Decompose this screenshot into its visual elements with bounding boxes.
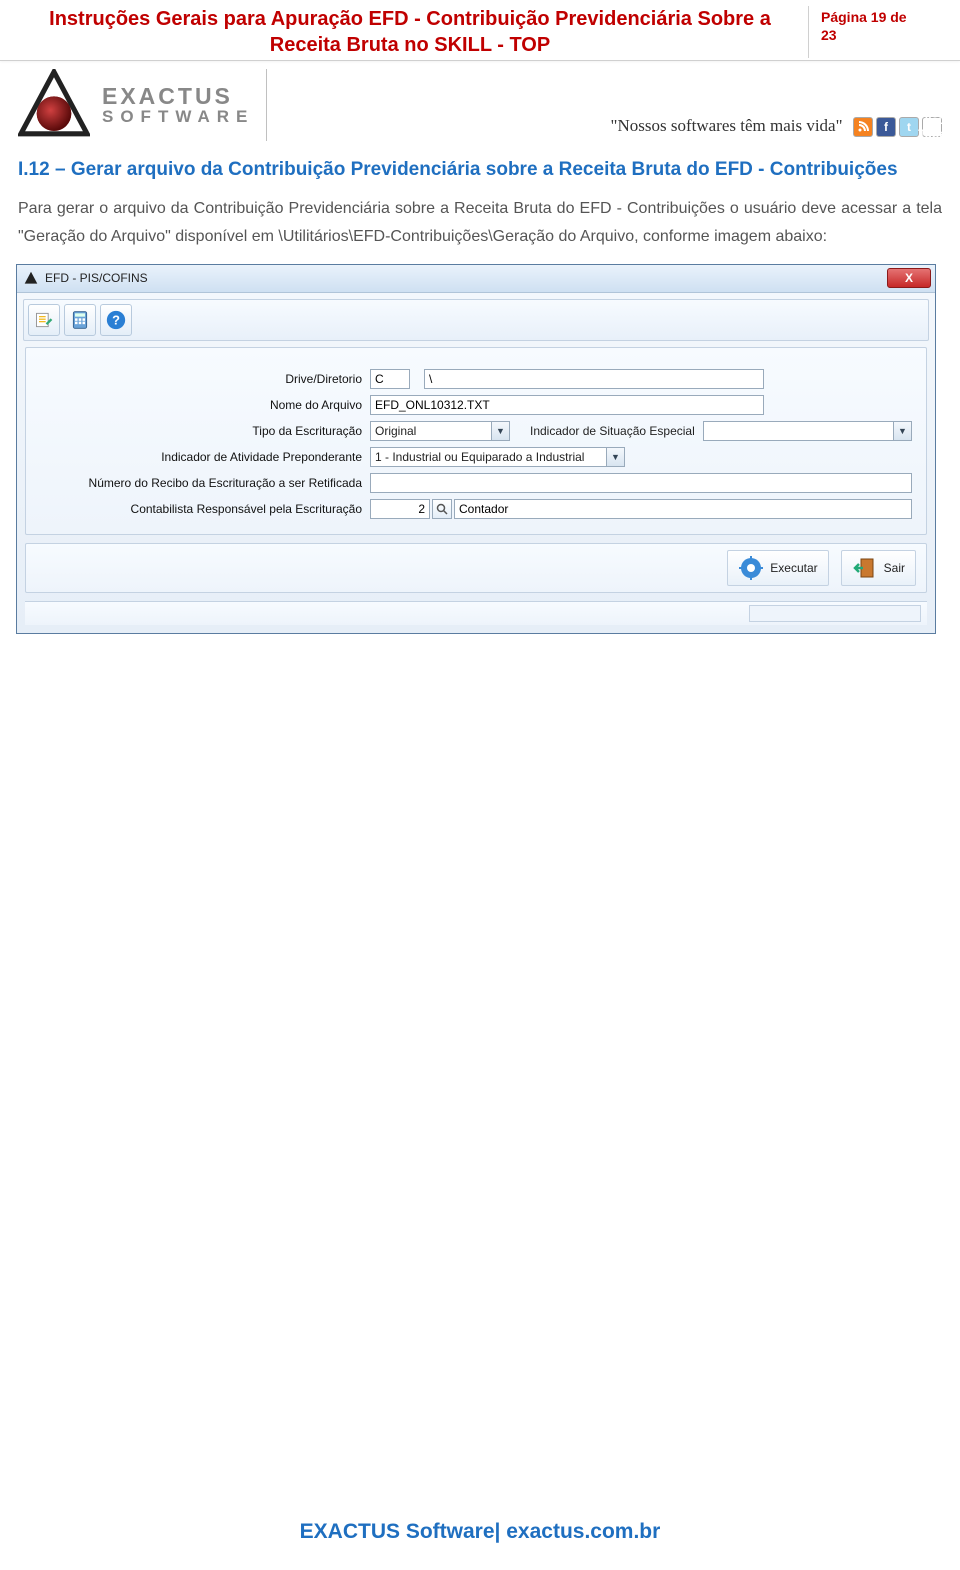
toolbar-help-button[interactable]: ?	[100, 304, 132, 336]
document-title: Instruções Gerais para Apuração EFD - Co…	[12, 6, 808, 58]
exactus-logo-icon	[18, 69, 90, 141]
label-situacao: Indicador de Situação Especial	[530, 424, 703, 438]
chevron-down-icon: ▼	[893, 422, 911, 440]
window-title: EFD - PIS/COFINS	[45, 271, 887, 285]
label-tipo: Tipo da Escrituração	[40, 424, 370, 438]
lookup-contabilista-button[interactable]	[432, 499, 452, 519]
brand-name-line1: EXACTUS	[102, 85, 254, 108]
page-line-1: Página 19 de	[821, 8, 948, 26]
pencil-icon	[34, 310, 54, 330]
facebook-icon[interactable]: f	[876, 117, 896, 137]
input-path[interactable]	[424, 369, 764, 389]
toolbar-edit-button[interactable]	[28, 304, 60, 336]
combo-atividade[interactable]: 1 - Industrial ou Equiparado a Industria…	[370, 447, 625, 467]
brand-name: EXACTUS SOFTWARE	[102, 85, 254, 125]
svg-text:?: ?	[112, 312, 120, 327]
page-line-2: 23	[821, 26, 948, 44]
exit-label: Sair	[884, 561, 905, 575]
exit-button[interactable]: Sair	[841, 550, 916, 586]
combo-situacao[interactable]: ▼	[703, 421, 912, 441]
close-icon: X	[905, 271, 913, 285]
label-contabilista: Contabilista Responsável pela Escrituraç…	[40, 502, 370, 516]
combo-atividade-value: 1 - Industrial ou Equiparado a Industria…	[375, 450, 584, 464]
label-atividade: Indicador de Atividade Preponderante	[40, 450, 370, 464]
youtube-icon[interactable]: YouTube	[922, 117, 942, 137]
brand-logo-block: EXACTUS SOFTWARE	[18, 69, 267, 141]
social-icons: f t YouTube	[853, 117, 942, 137]
chevron-down-icon: ▼	[606, 448, 624, 466]
chevron-down-icon: ▼	[491, 422, 509, 440]
gear-icon	[738, 555, 764, 581]
calculator-icon	[70, 310, 90, 330]
page-indicator: Página 19 de 23	[808, 6, 948, 58]
document-header: Instruções Gerais para Apuração EFD - Co…	[0, 0, 960, 61]
door-exit-icon	[852, 555, 878, 581]
window-toolbar: ?	[23, 299, 929, 341]
input-recibo[interactable]	[370, 473, 912, 493]
execute-label: Executar	[770, 561, 817, 575]
brand-name-line2: SOFTWARE	[102, 108, 254, 125]
input-contabilista-code[interactable]	[370, 499, 430, 519]
input-contabilista-name[interactable]	[454, 499, 912, 519]
slogan-block: "Nossos softwares têm mais vida" f t You…	[267, 116, 942, 141]
search-icon	[436, 503, 448, 515]
status-bar	[25, 601, 927, 625]
combo-tipo[interactable]: Original ▼	[370, 421, 510, 441]
twitter-icon[interactable]: t	[899, 117, 919, 137]
efd-window: EFD - PIS/COFINS X ? Drive/Diretorio Nom…	[16, 264, 936, 634]
form-panel: Drive/Diretorio Nome do Arquivo Tipo da …	[25, 347, 927, 535]
label-drive: Drive/Diretorio	[40, 372, 370, 386]
slogan-text: "Nossos softwares têm mais vida"	[611, 116, 843, 135]
label-filename: Nome do Arquivo	[40, 398, 370, 412]
label-recibo: Número do Recibo da Escrituração a ser R…	[40, 476, 370, 490]
input-filename[interactable]	[370, 395, 764, 415]
page-footer: EXACTUS Software| exactus.com.br	[0, 1506, 960, 1570]
window-titlebar: EFD - PIS/COFINS X	[17, 265, 935, 293]
rss-icon[interactable]	[853, 117, 873, 137]
window-close-button[interactable]: X	[887, 268, 931, 288]
section-heading: I.12 – Gerar arquivo da Contribuição Pre…	[0, 145, 960, 189]
brand-row: EXACTUS SOFTWARE "Nossos softwares têm m…	[0, 61, 960, 145]
app-icon	[23, 270, 39, 286]
combo-tipo-value: Original	[375, 424, 416, 438]
action-bar: Executar Sair	[25, 543, 927, 593]
execute-button[interactable]: Executar	[727, 550, 828, 586]
toolbar-calculator-button[interactable]	[64, 304, 96, 336]
input-drive[interactable]	[370, 369, 410, 389]
section-body: Para gerar o arquivo da Contribuição Pre…	[0, 189, 960, 263]
help-icon: ?	[105, 309, 127, 331]
